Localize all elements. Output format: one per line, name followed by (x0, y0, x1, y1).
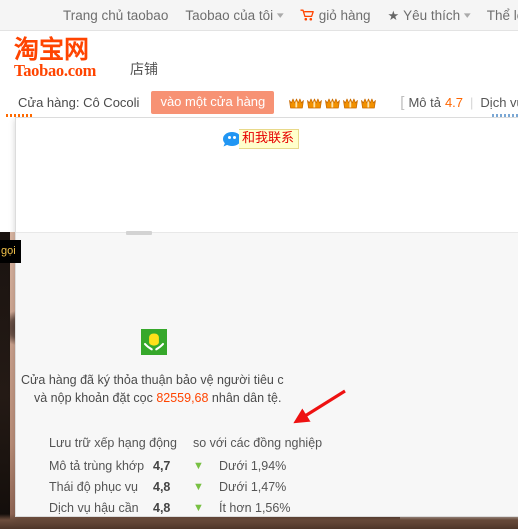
arrow-down-icon: ▼ (193, 459, 204, 472)
table-row: Dịch vụ hậu cần 4,8 ▼ Ít hơn 1,56% (49, 501, 489, 515)
chevron-down-icon: ▾ (277, 9, 284, 20)
rating-comparison: Dưới 1,47% (219, 480, 287, 494)
header-store-label: 店铺 (130, 62, 158, 78)
site-header: 淘宝网 Taobao.com 店铺 (0, 31, 518, 88)
contact-seller-label: 和我联系 (239, 129, 300, 149)
pledge-line-1: Cửa hàng đã ký thỏa thuận bảo vệ người t… (21, 373, 284, 387)
nav-item-my-taobao[interactable]: Taobao của tôi ▾ (185, 7, 284, 23)
rating-comparison: Ít hơn 1,56% (219, 501, 291, 515)
nav-item-label: Yêu thích (403, 7, 461, 23)
seller-rank-crowns (288, 95, 377, 111)
pledge-prefix: và nộp khoản đặt cọc (34, 391, 157, 405)
ratings-header-col-2: so với các đồng nghiệp (193, 436, 323, 450)
score-label-service: Dịch vụ (480, 95, 518, 110)
nav-item-label: Taobao của tôi (185, 7, 274, 23)
contact-seller-row[interactable]: 和我联系 (223, 129, 300, 149)
shop-info-bar: Cửa hàng: Cô Cocoli vào một cửa hàng [M… (0, 88, 518, 117)
crown-icon (307, 98, 323, 108)
dotted-rule-right (492, 114, 518, 117)
table-row: Thái độ phục vụ 4,8 ▼ Dưới 1,47% (49, 480, 489, 494)
shop-name: Cửa hàng: Cô Cocoli (18, 95, 140, 110)
top-navigation-bar: Trang chủ taobao Taobao của tôi ▾ giỏ hà… (0, 0, 518, 31)
score-bracket: [ (400, 94, 405, 111)
score-separator: | (470, 95, 474, 110)
rating-value: 4,8 (153, 480, 171, 494)
logo-chinese-text: 淘宝网 (14, 35, 90, 64)
score-value-description: 4.7 (444, 95, 464, 110)
chevron-down-icon: ▾ (464, 9, 471, 20)
ratings-table-header: Lưu trữ xếp hạng động so với các đồng ng… (49, 436, 489, 450)
logo-latin-text: Taobao.com (14, 61, 97, 80)
consumer-protection-shield-icon (141, 329, 167, 355)
rating-value: 4,8 (153, 501, 171, 515)
popup-body-section: Cửa hàng đã ký thỏa thuận bảo vệ người t… (16, 231, 518, 516)
table-row: Mô tả trùng khớp 4,7 ▼ Dưới 1,94% (49, 459, 489, 473)
popup-top-section: 和我联系 (16, 118, 518, 232)
screenshot-root: Trang chủ taobao Taobao của tôi ▾ giỏ hà… (0, 0, 518, 529)
shop-scores: [ Mô tả 4.7 | Dịch vụ 4.8 (400, 94, 518, 111)
shop-details-popup: 和我联系 Cửa hàng đã ký thỏa thuận bảo vệ ng… (15, 117, 518, 517)
consumer-protection-shield (141, 329, 167, 355)
background-left-edge (0, 232, 10, 529)
nav-item-label: Thể loại (486, 7, 518, 23)
pledge-suffix: nhân dân tệ. (208, 391, 282, 405)
arrow-down-icon: ▼ (193, 480, 204, 493)
popup-tab-marker (126, 231, 152, 235)
rating-comparison: Dưới 1,94% (219, 459, 287, 473)
nav-item-favorites[interactable]: ★ Yêu thích ▾ (387, 7, 471, 23)
nav-item-cart[interactable]: giỏ hàng (300, 8, 371, 23)
rating-value: 4,7 (153, 459, 171, 473)
crown-icon (361, 98, 377, 108)
taobao-logo[interactable]: 淘宝网 Taobao.com (14, 36, 132, 79)
arrow-down-icon: ▼ (193, 501, 204, 514)
pledge-deposit-amount: 82559,68 (156, 391, 209, 405)
star-icon: ★ (387, 7, 400, 23)
enter-store-button[interactable]: vào một cửa hàng (151, 91, 275, 114)
rating-label: Mô tả trùng khớp (49, 459, 145, 473)
crown-icon (343, 98, 359, 108)
nav-item-categories[interactable]: Thể loại (487, 8, 518, 23)
dynamic-ratings-table: Lưu trữ xếp hạng động so với các đồng ng… (49, 436, 489, 516)
rating-label: Dịch vụ hậu cần (49, 501, 139, 515)
nav-item-label: Trang chủ taobao (63, 7, 169, 23)
consumer-protection-pledge: Cửa hàng đã ký thỏa thuận bảo vệ người t… (16, 373, 518, 405)
nav-item-label: giỏ hàng (318, 7, 371, 23)
dotted-rule-left (6, 114, 34, 117)
cart-icon (300, 9, 315, 21)
crown-icon (325, 98, 341, 108)
crown-icon (289, 98, 305, 108)
pledge-line-2: và nộp khoản đặt cọc 82559,68 nhân dân t… (16, 391, 518, 405)
score-label-description: Mô tả (408, 95, 441, 110)
rating-label: Thái độ phục vụ (49, 480, 138, 494)
ratings-header-col-1: Lưu trữ xếp hạng động (49, 436, 177, 450)
nav-item-taobao-home[interactable]: Trang chủ taobao (63, 8, 168, 23)
left-edge-tooltip: gọi (0, 240, 21, 263)
